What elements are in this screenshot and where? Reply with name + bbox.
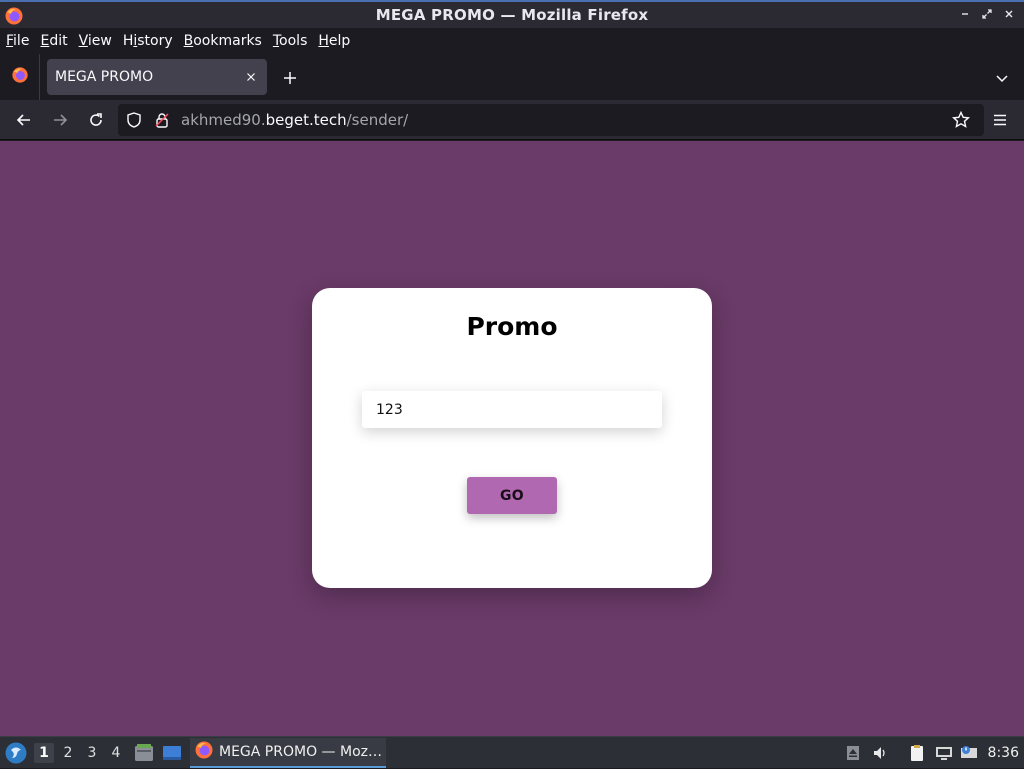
clipboard-icon[interactable]: [906, 742, 928, 764]
shield-icon[interactable]: [126, 112, 142, 132]
firefox-icon: [11, 66, 29, 88]
tab-mega-promo[interactable]: MEGA PROMO: [47, 59, 267, 95]
window-titlebar: MEGA PROMO — Mozilla Firefox: [0, 0, 1024, 28]
window-controls: [958, 7, 1016, 21]
taskbar: 1 2 3 4 MEGA PROMO — Moz… 8:36: [0, 736, 1024, 768]
task-label: MEGA PROMO — Moz…: [219, 744, 382, 760]
menu-file[interactable]: File: [6, 31, 29, 51]
hamburger-menu-icon[interactable]: [986, 106, 1014, 134]
minimize-button[interactable]: [958, 7, 972, 21]
close-window-button[interactable]: [1002, 7, 1016, 21]
lock-insecure-icon[interactable]: [154, 112, 170, 132]
page-content: Promo GO: [0, 141, 1024, 736]
chevron-down-icon[interactable]: [990, 66, 1014, 90]
url-text[interactable]: akhmed90.beget.tech/sender/: [181, 111, 408, 129]
workspace-4[interactable]: 4: [106, 743, 126, 763]
url-bar[interactable]: akhmed90.beget.tech/sender/: [118, 104, 984, 136]
firefox-icon: [194, 740, 214, 764]
bookmark-star-icon[interactable]: [951, 110, 971, 133]
menu-help[interactable]: Help: [318, 31, 350, 51]
back-arrow-icon[interactable]: [10, 106, 38, 134]
notification-icon[interactable]: [958, 742, 980, 764]
workspace-2[interactable]: 2: [58, 743, 78, 763]
firefox-view-button[interactable]: [0, 54, 40, 100]
restore-button[interactable]: [980, 7, 994, 21]
menu-history[interactable]: History: [123, 31, 173, 51]
new-tab-icon[interactable]: [278, 66, 302, 90]
window-title: MEGA PROMO — Mozilla Firefox: [375, 6, 649, 24]
tab-label: MEGA PROMO: [55, 69, 154, 85]
workspace-1[interactable]: 1: [34, 743, 54, 763]
navigation-toolbar: akhmed90.beget.tech/sender/: [0, 100, 1024, 140]
menu-bookmarks[interactable]: Bookmarks: [184, 31, 262, 51]
menu-view[interactable]: View: [79, 31, 112, 51]
forward-arrow-icon[interactable]: [46, 106, 74, 134]
page-title: Promo: [466, 312, 558, 341]
menu-tools[interactable]: Tools: [273, 31, 308, 51]
network-icon[interactable]: [933, 742, 955, 764]
tab-bar: MEGA PROMO: [0, 54, 1024, 100]
promo-card: Promo GO: [312, 288, 712, 588]
clock: 8:36: [987, 745, 1019, 761]
taskbar-firefox-window[interactable]: MEGA PROMO — Moz…: [190, 738, 386, 768]
reload-icon[interactable]: [82, 106, 110, 134]
promo-code-input[interactable]: [362, 391, 662, 428]
file-manager-icon[interactable]: [133, 742, 155, 764]
eject-icon[interactable]: [842, 742, 864, 764]
show-desktop-icon[interactable]: [161, 742, 183, 764]
menu-edit[interactable]: Edit: [40, 31, 67, 51]
close-tab-icon[interactable]: [239, 65, 263, 89]
workspace-3[interactable]: 3: [82, 743, 102, 763]
menu-bar: File Edit View History Bookmarks Tools H…: [0, 28, 1024, 54]
volume-icon[interactable]: [869, 742, 891, 764]
go-button[interactable]: GO: [467, 477, 557, 514]
firefox-icon: [4, 6, 24, 26]
start-menu-icon[interactable]: [4, 741, 28, 765]
